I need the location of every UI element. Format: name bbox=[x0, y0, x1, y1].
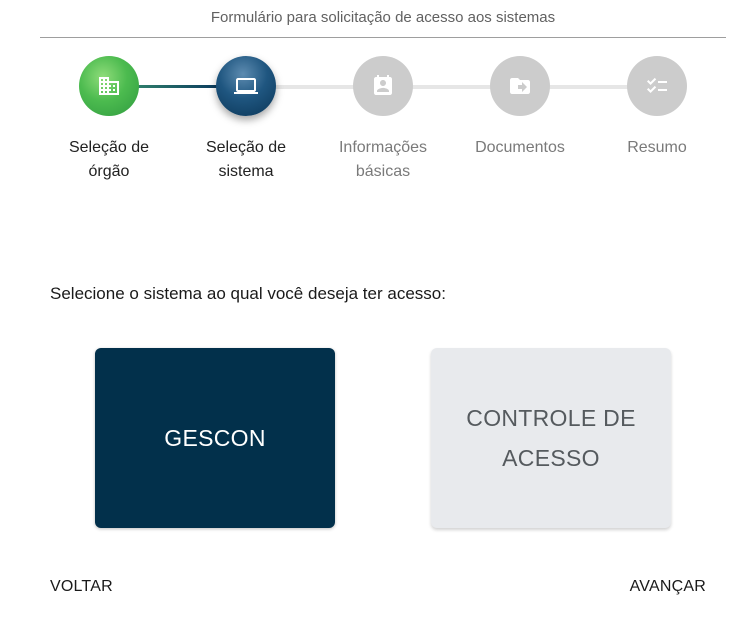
system-card-controle-de-acesso[interactable]: CONTROLE DE ACESSO bbox=[431, 348, 671, 528]
system-card-label: GESCON bbox=[164, 425, 266, 451]
header-divider bbox=[40, 37, 726, 38]
step-circle-active bbox=[216, 56, 276, 116]
step-circle-pending bbox=[490, 56, 550, 116]
step-label: Resumo bbox=[627, 139, 687, 156]
step-label: Seleção de sistema bbox=[205, 139, 287, 180]
step-circle-completed bbox=[79, 56, 139, 116]
step-informacoes[interactable]: Informações básicas bbox=[323, 56, 443, 184]
step-circle-pending bbox=[627, 56, 687, 116]
laptop-icon bbox=[234, 74, 258, 98]
form-title: Formulário para solicitação de acesso ao… bbox=[210, 9, 556, 26]
step-resumo[interactable]: Resumo bbox=[597, 56, 717, 160]
step-circle-pending bbox=[353, 56, 413, 116]
building-icon bbox=[97, 74, 121, 98]
system-card-label: CONTROLE DE ACESSO bbox=[466, 405, 636, 471]
step-sistema[interactable]: Seleção de sistema bbox=[186, 56, 306, 184]
folder-arrow-icon bbox=[508, 74, 532, 98]
system-card-gescon[interactable]: GESCON bbox=[95, 348, 335, 528]
step-label: Documentos bbox=[475, 139, 565, 156]
system-selection-prompt: Selecione o sistema ao qual você deseja … bbox=[50, 284, 446, 303]
next-button[interactable]: AVANÇAR bbox=[630, 578, 706, 596]
contact-card-icon bbox=[371, 74, 395, 98]
step-label: Informações básicas bbox=[338, 139, 428, 180]
back-button[interactable]: VOLTAR bbox=[50, 578, 113, 596]
step-orgao[interactable]: Seleção de órgão bbox=[49, 56, 169, 184]
step-label: Seleção de órgão bbox=[68, 139, 150, 180]
checklist-icon bbox=[645, 74, 669, 98]
step-documentos[interactable]: Documentos bbox=[460, 56, 580, 160]
